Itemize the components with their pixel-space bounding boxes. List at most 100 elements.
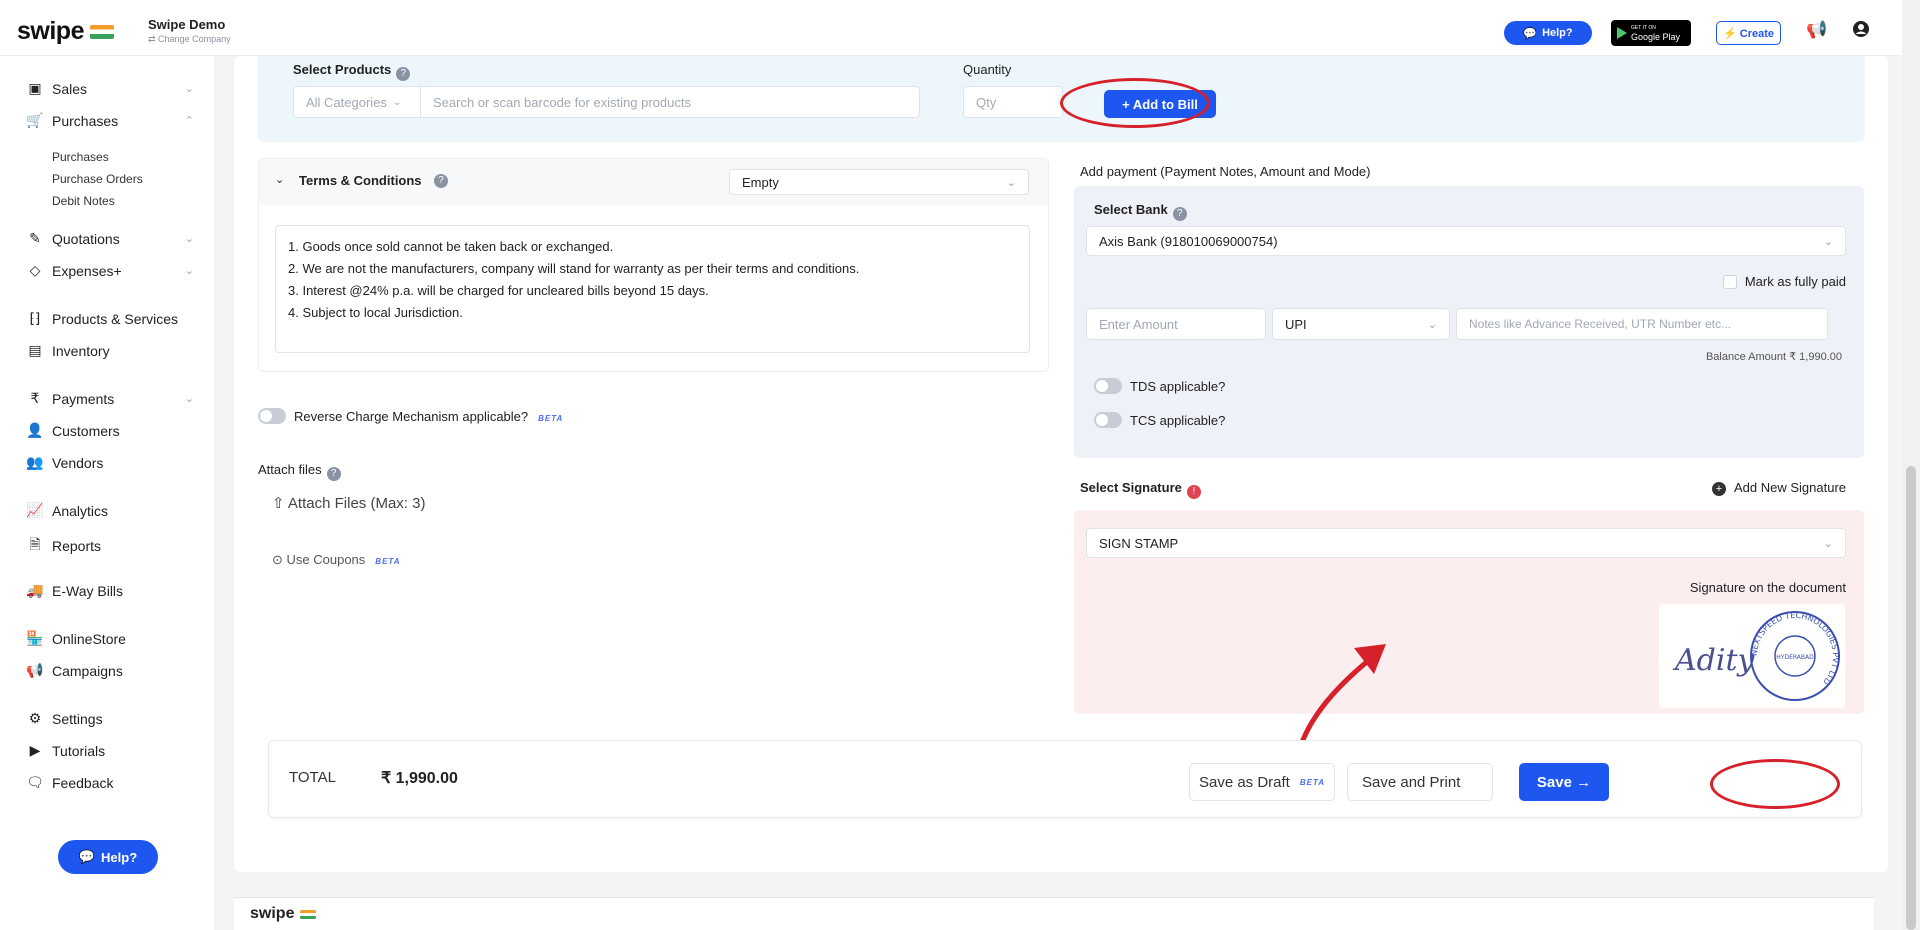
- sidebar-subitem-purchase-orders[interactable]: Purchase Orders: [52, 172, 143, 186]
- sidebar-item-label: Expenses+: [52, 262, 122, 279]
- signature-select[interactable]: SIGN STAMP ⌄: [1086, 528, 1846, 558]
- sidebar-item-analytics[interactable]: 📈 Analytics: [26, 502, 194, 519]
- feedback-icon: 🗨: [26, 774, 44, 790]
- category-select[interactable]: All Categories ⌄: [293, 86, 421, 118]
- company-switcher[interactable]: Swipe Demo ⇄ Change Company: [148, 17, 231, 45]
- attach-files-button[interactable]: ⇧ Attach Files (Max: 3): [272, 494, 425, 512]
- megaphone-icon[interactable]: 📢: [1806, 20, 1827, 40]
- chevron-down-icon: ⌄: [184, 393, 194, 405]
- handwritten-signature: Adity: [1672, 643, 1756, 678]
- save-draft-label: Save as Draft: [1198, 773, 1290, 791]
- sidebar-item-eway-bills[interactable]: 🚚 E-Way Bills: [26, 582, 194, 599]
- sidebar-item-quotations[interactable]: ✎ Quotations ⌄: [26, 230, 194, 247]
- sidebar-item-payments[interactable]: ₹ Payments ⌄: [26, 390, 194, 407]
- sidebar-item-tutorials[interactable]: ▶ Tutorials: [26, 742, 194, 759]
- sidebar-item-expenses[interactable]: ◇ Expenses+ ⌄: [26, 262, 194, 279]
- sidebar-help-button[interactable]: 💬 Help?: [58, 840, 158, 874]
- beta-badge: BETA: [538, 414, 564, 423]
- help-icon[interactable]: ?: [396, 67, 411, 81]
- mark-paid-label: Mark as fully paid: [1744, 274, 1846, 289]
- swipe-logo[interactable]: swipe: [17, 17, 114, 46]
- sidebar-item-label: Purchases: [52, 112, 119, 129]
- product-search-input[interactable]: Search or scan barcode for existing prod…: [420, 86, 920, 118]
- coupon-icon: ⊙: [272, 552, 287, 567]
- payment-mode-select[interactable]: UPI ⌄: [1272, 308, 1450, 340]
- signature-stamp-image: Adity NEXTSPEED TECHNOLOGIES PVT LTD HYD…: [1672, 611, 1840, 701]
- use-coupons-link[interactable]: ⊙ Use Coupons BETA: [272, 552, 400, 568]
- sidebar-item-vendors[interactable]: 👥 Vendors: [26, 454, 194, 471]
- chevron-down-icon: ⌄: [392, 96, 402, 108]
- tcs-row: TCS applicable?: [1094, 412, 1225, 428]
- chevron-down-icon: ⌄: [184, 83, 194, 95]
- bank-select[interactable]: Axis Bank (918010069000754) ⌄: [1086, 226, 1846, 256]
- help-icon[interactable]: ?: [434, 174, 448, 188]
- amount-input[interactable]: Enter Amount: [1086, 308, 1266, 340]
- main-content: Select Products? All Categories ⌄ Search …: [234, 56, 1888, 872]
- category-value: All Categories: [306, 94, 387, 110]
- scrollbar[interactable]: [1902, 0, 1920, 930]
- sidebar-item-sales[interactable]: ▣ Sales ⌄: [26, 80, 194, 97]
- chevron-down-icon[interactable]: ⌄: [275, 173, 284, 186]
- save-button[interactable]: Save →: [1519, 763, 1609, 801]
- payment-panel: Select Bank? Axis Bank (918010069000754)…: [1074, 186, 1864, 458]
- select-signature-heading: Select Signature!: [1080, 480, 1201, 499]
- reverse-charge-toggle[interactable]: [258, 408, 286, 424]
- help-icon[interactable]: ?: [1172, 207, 1187, 221]
- payment-notes-input[interactable]: Notes like Advance Received, UTR Number …: [1456, 308, 1828, 340]
- scrollbar-thumb[interactable]: [1906, 466, 1916, 930]
- sidebar-item-settings[interactable]: ⚙ Settings: [26, 710, 194, 727]
- sidebar-item-label: Products & Services: [52, 310, 179, 327]
- tcs-toggle[interactable]: [1094, 412, 1122, 428]
- terms-header[interactable]: ⌄ Terms & Conditions ? Empty ⌄: [259, 159, 1048, 205]
- signature-panel: SIGN STAMP ⌄ Signature on the document Ad…: [1074, 510, 1864, 714]
- attach-files-text: Attach Files (Max: 3): [287, 495, 426, 512]
- sidebar-item-customers[interactable]: 👤 Customers: [26, 422, 194, 439]
- create-button[interactable]: ⚡ Create: [1716, 21, 1781, 45]
- change-company-link[interactable]: ⇄ Change Company: [148, 34, 231, 45]
- help-button[interactable]: 💬 Help?: [1504, 21, 1592, 45]
- sidebar-item-purchases[interactable]: 🛒 Purchases ⌃: [26, 112, 194, 129]
- sidebar-item-inventory[interactable]: ▤ Inventory: [26, 342, 194, 359]
- logo-text: swipe: [17, 17, 84, 45]
- mark-fully-paid[interactable]: Mark as fully paid: [1722, 274, 1846, 289]
- add-new-signature-button[interactable]: + Add New Signature: [1712, 480, 1846, 496]
- sidebar-item-reports[interactable]: 🗎 Reports: [26, 534, 194, 558]
- sidebar-subitem-debit-notes[interactable]: Debit Notes: [52, 194, 115, 208]
- sidebar-item-label: Sales: [52, 80, 88, 97]
- sidebar-subitem-purchases[interactable]: Purchases: [52, 150, 109, 164]
- india-flag-icon: [89, 24, 114, 39]
- sidebar-item-label: Reports: [52, 538, 102, 554]
- add-new-signature-label: Add New Signature: [1734, 480, 1847, 495]
- quantity-input[interactable]: Qty: [963, 86, 1063, 118]
- terms-line: 3. Interest @24% p.a. will be charged fo…: [288, 283, 709, 298]
- tds-toggle[interactable]: [1094, 378, 1122, 394]
- sidebar-item-campaigns[interactable]: 📢 Campaigns: [26, 662, 194, 679]
- save-as-draft-button[interactable]: Save as Draft BETA: [1189, 763, 1335, 801]
- sidebar-item-label: Campaigns: [52, 662, 123, 679]
- attach-files-heading: Attach files?: [258, 462, 341, 481]
- checkbox[interactable]: [1722, 275, 1737, 289]
- user-icon: 👤: [26, 422, 44, 438]
- terms-line: 4. Subject to local Jurisdiction.: [288, 305, 463, 320]
- terms-template-select[interactable]: Empty ⌄: [729, 169, 1029, 195]
- sidebar-item-onlinestore[interactable]: 🏪 OnlineStore: [26, 630, 194, 647]
- cart-icon: 🛒: [26, 112, 44, 128]
- help-icon[interactable]: ?: [326, 467, 341, 481]
- play-store-icon: [1617, 27, 1627, 39]
- sidebar-item-label: OnlineStore: [52, 630, 126, 647]
- info-icon[interactable]: !: [1186, 485, 1201, 499]
- user-avatar-icon[interactable]: [1852, 20, 1870, 43]
- google-play-badge[interactable]: GET IT ON Google Play: [1611, 20, 1691, 46]
- sidebar-item-feedback[interactable]: 🗨 Feedback: [26, 774, 194, 791]
- sidebar-item-label: Feedback: [52, 774, 114, 791]
- sidebar-item-products-services[interactable]: ⁅⁆ Products & Services: [26, 310, 194, 327]
- upload-icon: ⇧: [272, 495, 288, 512]
- chevron-down-icon: ⌄: [1823, 537, 1833, 550]
- signature-on-document-label: Signature on the document: [1689, 580, 1846, 595]
- annotation-circle: [1710, 759, 1840, 809]
- save-and-print-button[interactable]: Save and Print: [1347, 763, 1493, 801]
- users-icon: 👥: [26, 454, 44, 470]
- select-bank-label: Select Bank: [1094, 202, 1168, 217]
- reverse-charge-row: Reverse Charge Mechanism applicable? BETA: [258, 408, 563, 424]
- terms-textarea[interactable]: 1. Goods once sold cannot be taken back …: [275, 225, 1030, 353]
